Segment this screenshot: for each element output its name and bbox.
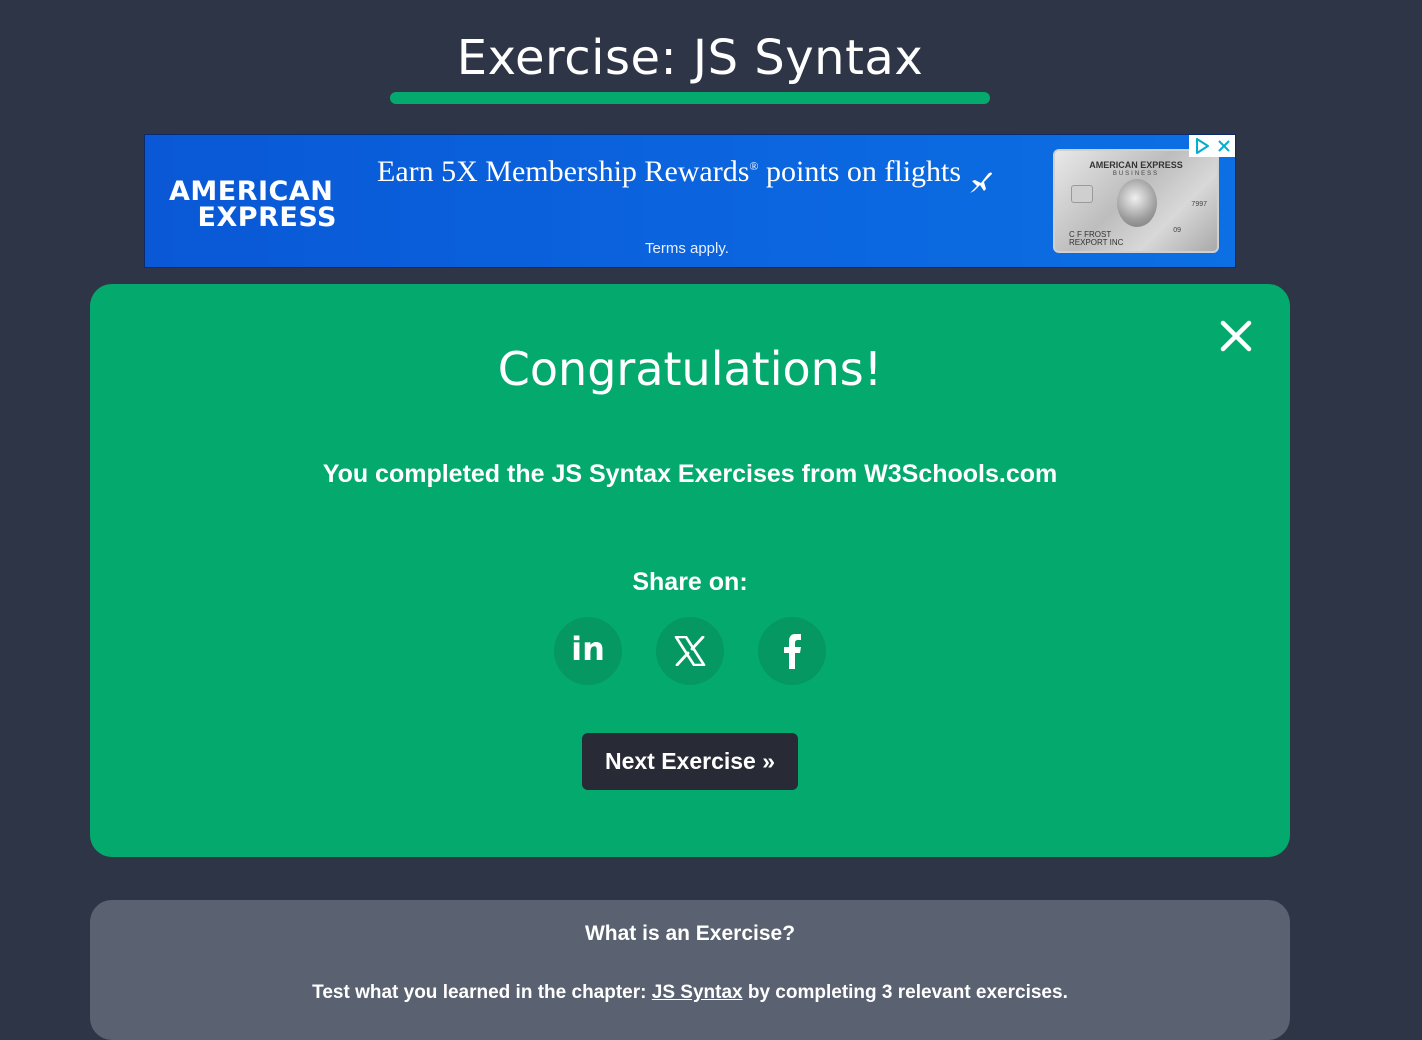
card-brand: AMERICAN EXPRESS — [1089, 160, 1183, 170]
ad-banner[interactable]: AMERICAN EXPRESS Earn 5X Membership Rewa… — [144, 134, 1236, 268]
chapter-link[interactable]: JS Syntax — [652, 982, 743, 1003]
congratulations-panel: Congratulations! You completed the JS Sy… — [90, 284, 1290, 857]
facebook-icon — [784, 634, 801, 669]
info-text-after: by completing 3 relevant exercises. — [742, 982, 1068, 1003]
ad-choices[interactable] — [1189, 135, 1235, 157]
congrats-message: You completed the JS Syntax Exercises fr… — [322, 460, 1058, 488]
ad-terms: Terms apply. — [645, 240, 729, 257]
card-centurion-icon — [1117, 179, 1157, 227]
next-exercise-button[interactable]: Next Exercise » — [582, 733, 798, 790]
ad-headline-mark: ® — [749, 159, 759, 173]
card-number: 7997 — [1191, 201, 1207, 208]
page-title: Exercise: JS Syntax — [456, 30, 924, 86]
share-linkedin-button[interactable]: in — [554, 617, 622, 685]
info-text: Test what you learned in the chapter: JS… — [90, 982, 1290, 1004]
airplane-icon — [970, 172, 992, 193]
what-is-exercise-panel: What is an Exercise? Test what you learn… — [90, 900, 1290, 1040]
x-icon — [674, 636, 706, 666]
ad-headline[interactable]: Earn 5X Membership Rewards® points on fl… — [377, 155, 961, 189]
card-exp: 09 — [1173, 227, 1181, 234]
share-label: Share on: — [632, 568, 748, 596]
adchoices-icon[interactable] — [1193, 137, 1211, 155]
linkedin-icon: in — [571, 630, 605, 668]
info-title: What is an Exercise? — [584, 922, 796, 945]
card-holder-line2: REXPORT INC — [1069, 238, 1124, 247]
share-facebook-button[interactable] — [758, 617, 826, 685]
card-holder: C F FROST REXPORT INC — [1069, 231, 1123, 247]
congrats-title: Congratulations! — [497, 342, 883, 396]
ad-headline-main: Earn 5X Membership Rewards — [377, 155, 750, 188]
card-chip — [1071, 185, 1093, 203]
amex-logo: AMERICAN EXPRESS — [167, 178, 337, 233]
card-sub: BUSINESS — [1112, 171, 1160, 177]
close-icon[interactable] — [1215, 137, 1233, 155]
share-x-button[interactable] — [656, 617, 724, 685]
ad-headline-tail: points on flights — [758, 155, 962, 188]
info-text-before: Test what you learned in the chapter: — [312, 982, 652, 1003]
amex-card-image: AMERICAN EXPRESS BUSINESS 7997 09 C F FR… — [1053, 149, 1219, 253]
title-underline — [390, 92, 990, 104]
amex-logo-line2: EXPRESS — [197, 202, 337, 233]
